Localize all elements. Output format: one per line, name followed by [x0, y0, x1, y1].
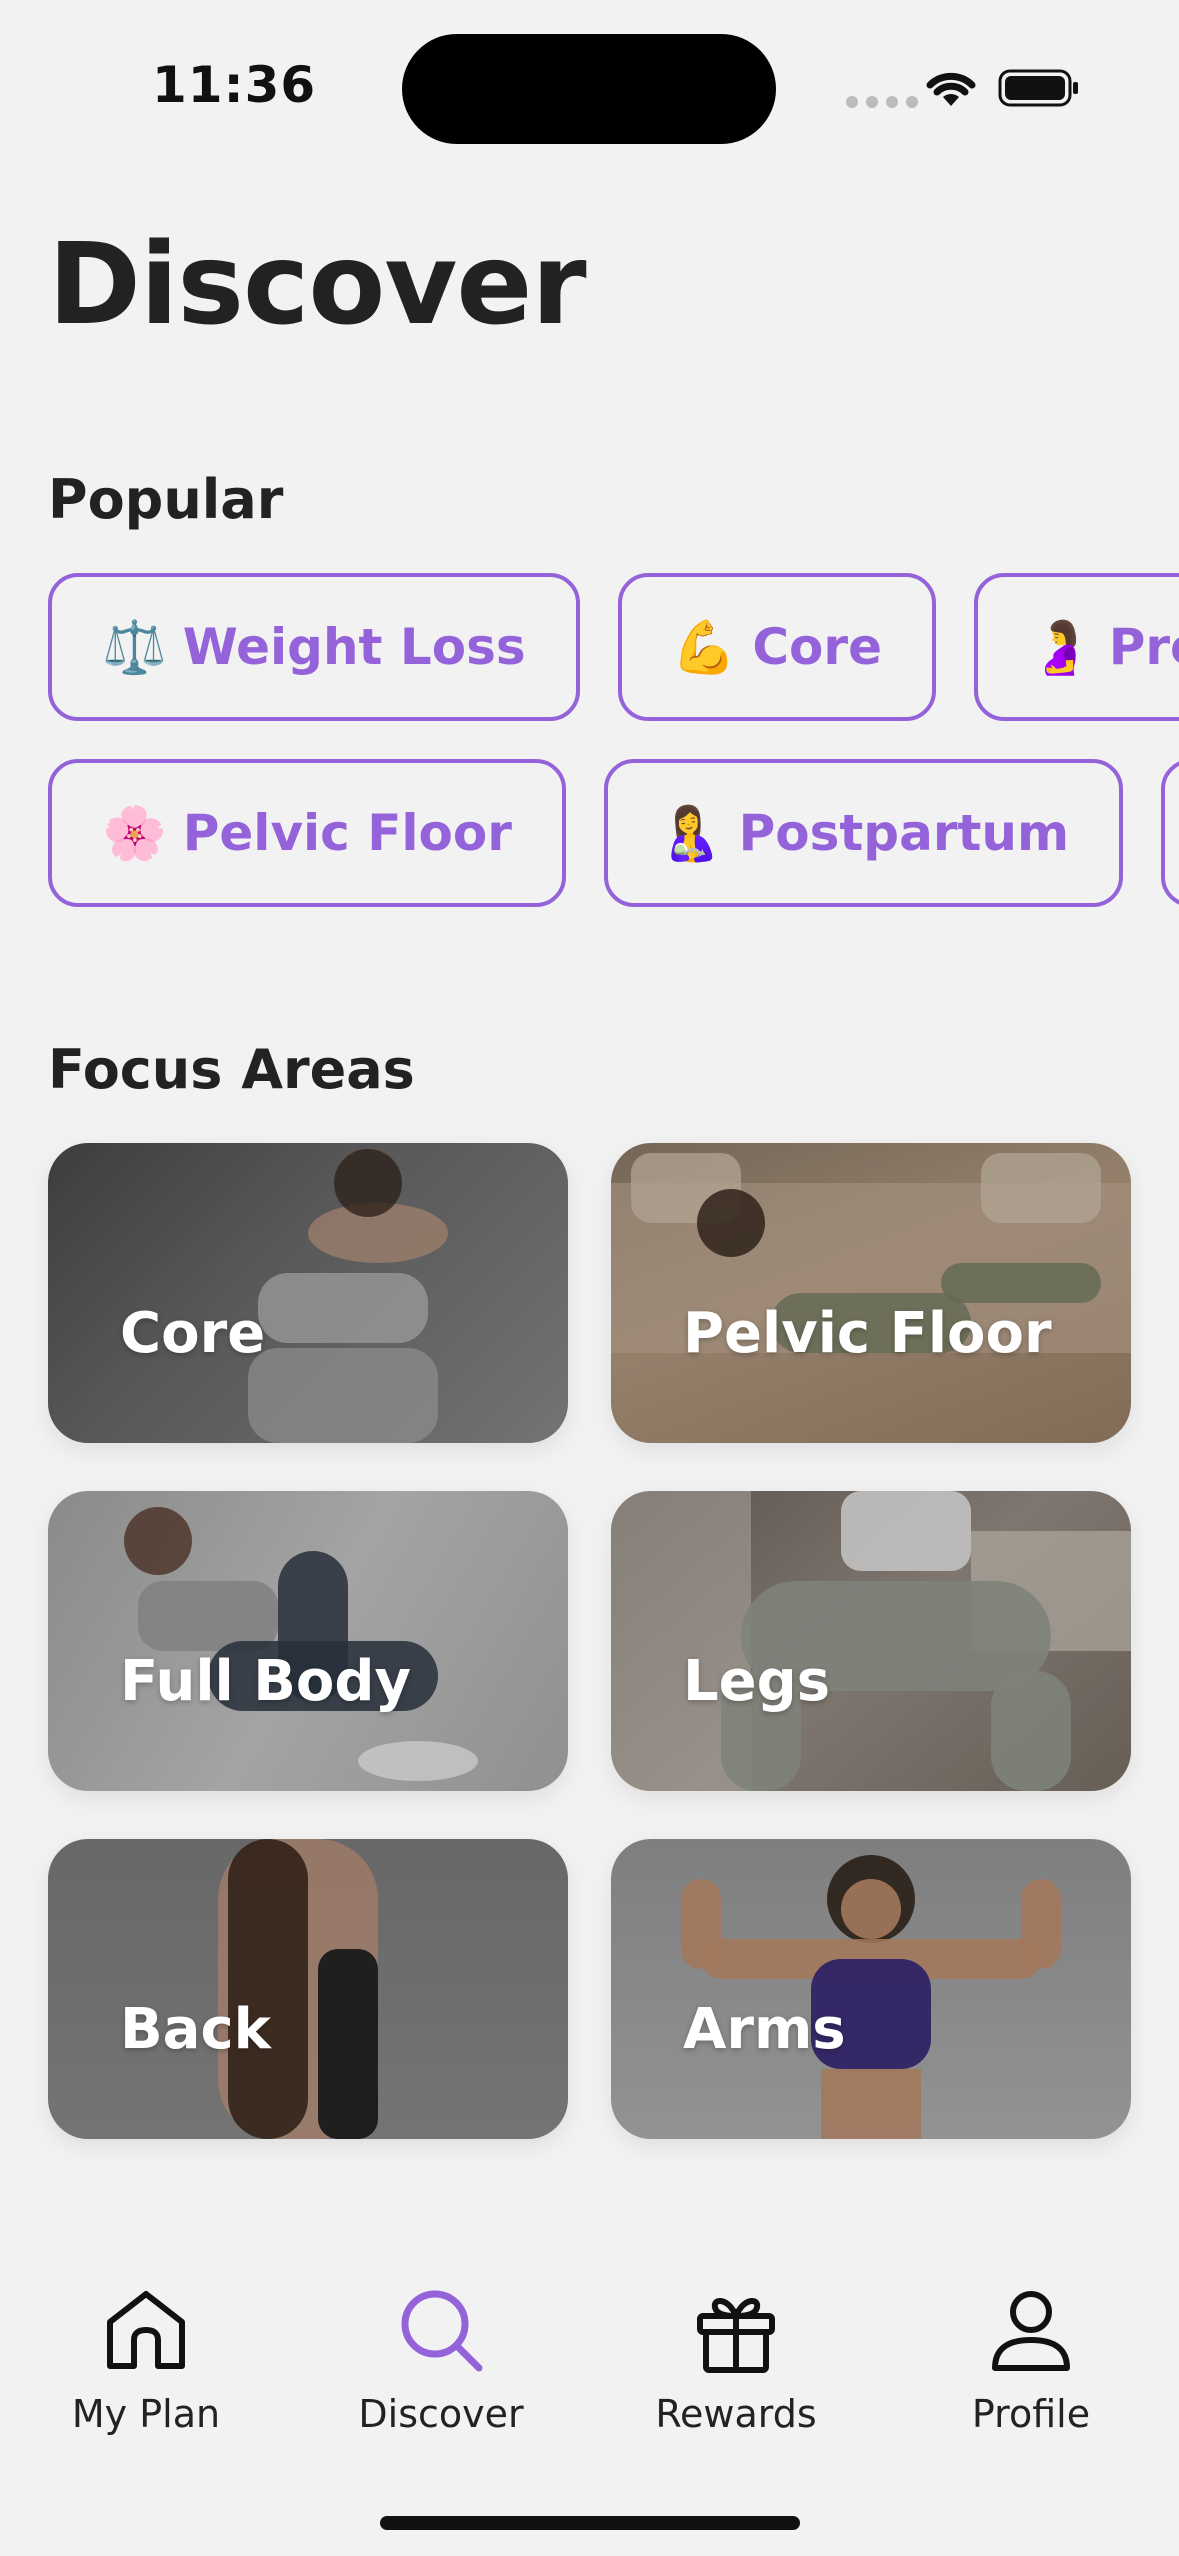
home-icon — [107, 2291, 185, 2369]
dynamic-island — [402, 34, 776, 144]
tab-label: Rewards — [655, 2392, 817, 2436]
search-icon — [401, 2290, 483, 2372]
tab-discover[interactable]: Discover — [331, 2282, 551, 2436]
tile-label: Full Body — [120, 1649, 411, 1714]
tile-label: Pelvic Floor — [683, 1301, 1052, 1366]
chip-postpartum[interactable]: 🤱 Postpartum — [603, 759, 1124, 907]
chip-label: Pelvic Floor — [182, 804, 512, 862]
popular-heading: Popular — [48, 468, 284, 531]
chip-label: Pregnar — [1108, 618, 1179, 676]
chip-pelvic-floor[interactable]: 🌸 Pelvic Floor — [48, 759, 566, 907]
status-bar: 11:36 — [0, 0, 1179, 160]
focus-tile-arms[interactable]: Arms — [611, 1839, 1131, 2139]
status-time: 11:36 — [152, 56, 317, 114]
focus-tile-full-body[interactable]: Full Body — [48, 1491, 568, 1791]
focus-tile-back[interactable]: Back — [48, 1839, 568, 2139]
blossom-icon: 🌸 — [102, 803, 167, 864]
focus-tile-core[interactable]: Core — [48, 1143, 568, 1443]
popular-chips-row-1: ⚖️ Weight Loss 💪 Core 🤰 Pregnar — [48, 573, 1179, 723]
tab-rewards[interactable]: Rewards — [626, 2282, 846, 2436]
breastfeeding-icon: 🤱 — [657, 803, 723, 864]
page-title: Discover — [48, 220, 587, 350]
tab-label: Profile — [971, 2392, 1091, 2436]
chip-beginner[interactable]: 🌱 B — [1161, 759, 1179, 907]
chip-core[interactable]: 💪 Core — [617, 573, 936, 721]
tab-profile[interactable]: Profile — [921, 2282, 1141, 2436]
home-indicator — [380, 2516, 800, 2530]
gift-icon — [697, 2298, 775, 2373]
chip-label: Weight Loss — [182, 618, 526, 676]
pregnant-woman-icon: 🤰 — [1027, 617, 1093, 678]
tab-bar: My Plan Discover Rewards Profile — [0, 2230, 1179, 2556]
chip-label: Core — [752, 618, 882, 676]
tile-label: Arms — [683, 1997, 846, 2062]
focus-tile-pelvic-floor[interactable]: Pelvic Floor — [611, 1143, 1131, 1443]
tile-label: Legs — [683, 1649, 831, 1714]
battery-icon — [998, 69, 1078, 107]
tab-label: My Plan — [71, 2392, 221, 2436]
popular-chips-row-2: 🌸 Pelvic Floor 🤱 Postpartum 🌱 B — [48, 759, 1179, 909]
tab-my-plan[interactable]: My Plan — [36, 2282, 256, 2436]
scales-icon: ⚖️ — [102, 617, 167, 678]
tile-label: Core — [120, 1301, 266, 1366]
person-icon — [992, 2291, 1070, 2371]
flexed-biceps-icon: 💪 — [671, 617, 737, 678]
chip-label: Postpartum — [738, 804, 1070, 862]
focus-tile-legs[interactable]: Legs — [611, 1491, 1131, 1791]
tile-label: Back — [120, 1997, 271, 2062]
chip-pregnancy[interactable]: 🤰 Pregnar — [973, 573, 1179, 721]
focus-areas-heading: Focus Areas — [48, 1038, 415, 1101]
chip-weight-loss[interactable]: ⚖️ Weight Loss — [48, 573, 580, 721]
wifi-icon — [926, 72, 976, 106]
tab-label: Discover — [358, 2392, 524, 2436]
cellular-signal-icon — [846, 96, 918, 108]
